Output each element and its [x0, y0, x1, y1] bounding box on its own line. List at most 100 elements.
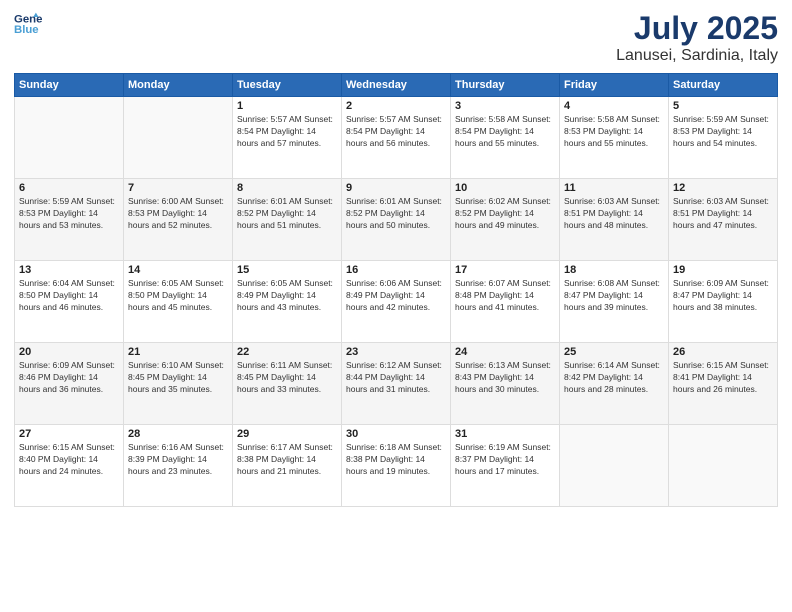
svg-text:Blue: Blue: [14, 24, 39, 36]
day-info: Sunrise: 6:16 AM Sunset: 8:39 PM Dayligh…: [128, 442, 228, 478]
day-info: Sunrise: 6:04 AM Sunset: 8:50 PM Dayligh…: [19, 278, 119, 314]
calendar-cell: 27 Sunrise: 6:15 AM Sunset: 8:40 PM Dayli…: [15, 425, 124, 507]
main-title: July 2025: [616, 10, 778, 47]
calendar-cell: 20 Sunrise: 6:09 AM Sunset: 8:46 PM Dayli…: [15, 343, 124, 425]
day-info: Sunrise: 6:09 AM Sunset: 8:46 PM Dayligh…: [19, 360, 119, 396]
day-number: 18: [564, 264, 664, 276]
day-number: 14: [128, 264, 228, 276]
day-info: Sunrise: 6:06 AM Sunset: 8:49 PM Dayligh…: [346, 278, 446, 314]
day-info: Sunrise: 6:05 AM Sunset: 8:49 PM Dayligh…: [237, 278, 337, 314]
calendar-cell: 24 Sunrise: 6:13 AM Sunset: 8:43 PM Dayli…: [451, 343, 560, 425]
day-number: 28: [128, 428, 228, 440]
day-number: 26: [673, 346, 773, 358]
day-info: Sunrise: 6:14 AM Sunset: 8:42 PM Dayligh…: [564, 360, 664, 396]
day-number: 8: [237, 182, 337, 194]
day-info: Sunrise: 5:59 AM Sunset: 8:53 PM Dayligh…: [673, 114, 773, 150]
day-number: 9: [346, 182, 446, 194]
calendar-week-2: 6 Sunrise: 5:59 AM Sunset: 8:53 PM Daylig…: [15, 179, 778, 261]
day-info: Sunrise: 6:18 AM Sunset: 8:38 PM Dayligh…: [346, 442, 446, 478]
weekday-header-friday: Friday: [560, 74, 669, 97]
calendar-cell: 18 Sunrise: 6:08 AM Sunset: 8:47 PM Dayli…: [560, 261, 669, 343]
weekday-header-tuesday: Tuesday: [233, 74, 342, 97]
day-info: Sunrise: 6:01 AM Sunset: 8:52 PM Dayligh…: [237, 196, 337, 232]
calendar-cell: 1Sunrise: 5:57 AM Sunset: 8:54 PM Daylig…: [233, 97, 342, 179]
day-number: 20: [19, 346, 119, 358]
calendar-cell: [124, 97, 233, 179]
calendar-cell: 9 Sunrise: 6:01 AM Sunset: 8:52 PM Daylig…: [342, 179, 451, 261]
calendar-cell: 26 Sunrise: 6:15 AM Sunset: 8:41 PM Dayli…: [669, 343, 778, 425]
calendar-cell: 14 Sunrise: 6:05 AM Sunset: 8:50 PM Dayli…: [124, 261, 233, 343]
day-info: Sunrise: 6:08 AM Sunset: 8:47 PM Dayligh…: [564, 278, 664, 314]
day-number: 17: [455, 264, 555, 276]
day-number: 4: [564, 100, 664, 112]
day-info: Sunrise: 6:07 AM Sunset: 8:48 PM Dayligh…: [455, 278, 555, 314]
calendar-cell: 4 Sunrise: 5:58 AM Sunset: 8:53 PM Daylig…: [560, 97, 669, 179]
day-info: Sunrise: 6:15 AM Sunset: 8:40 PM Dayligh…: [19, 442, 119, 478]
day-number: 13: [19, 264, 119, 276]
calendar-cell: [15, 97, 124, 179]
weekday-header-saturday: Saturday: [669, 74, 778, 97]
day-number: 12: [673, 182, 773, 194]
calendar-page: General Blue July 2025 Lanusei, Sardinia…: [0, 0, 792, 612]
calendar-cell: 6 Sunrise: 5:59 AM Sunset: 8:53 PM Daylig…: [15, 179, 124, 261]
calendar-cell: 19 Sunrise: 6:09 AM Sunset: 8:47 PM Dayli…: [669, 261, 778, 343]
day-info: Sunrise: 6:03 AM Sunset: 8:51 PM Dayligh…: [564, 196, 664, 232]
day-number: 6: [19, 182, 119, 194]
calendar-cell: 8 Sunrise: 6:01 AM Sunset: 8:52 PM Daylig…: [233, 179, 342, 261]
calendar-cell: 29Sunrise: 6:17 AM Sunset: 8:38 PM Dayli…: [233, 425, 342, 507]
day-number: 10: [455, 182, 555, 194]
day-number: 24: [455, 346, 555, 358]
calendar-cell: 17 Sunrise: 6:07 AM Sunset: 8:48 PM Dayli…: [451, 261, 560, 343]
day-info: Sunrise: 5:58 AM Sunset: 8:53 PM Dayligh…: [564, 114, 664, 150]
day-info: Sunrise: 6:15 AM Sunset: 8:41 PM Dayligh…: [673, 360, 773, 396]
weekday-header-monday: Monday: [124, 74, 233, 97]
day-number: 19: [673, 264, 773, 276]
calendar-cell: 22 Sunrise: 6:11 AM Sunset: 8:45 PM Dayli…: [233, 343, 342, 425]
day-info: Sunrise: 5:57 AM Sunset: 8:54 PM Dayligh…: [237, 114, 337, 150]
day-number: 23: [346, 346, 446, 358]
calendar-table: SundayMondayTuesdayWednesdayThursdayFrid…: [14, 73, 778, 507]
day-info: Sunrise: 6:03 AM Sunset: 8:51 PM Dayligh…: [673, 196, 773, 232]
day-info: Sunrise: 6:02 AM Sunset: 8:52 PM Dayligh…: [455, 196, 555, 232]
day-info: Sunrise: 5:57 AM Sunset: 8:54 PM Dayligh…: [346, 114, 446, 150]
weekday-header-row: SundayMondayTuesdayWednesdayThursdayFrid…: [15, 74, 778, 97]
calendar-cell: 5Sunrise: 5:59 AM Sunset: 8:53 PM Daylig…: [669, 97, 778, 179]
day-number: 15: [237, 264, 337, 276]
calendar-week-1: 1Sunrise: 5:57 AM Sunset: 8:54 PM Daylig…: [15, 97, 778, 179]
calendar-cell: 15 Sunrise: 6:05 AM Sunset: 8:49 PM Dayli…: [233, 261, 342, 343]
logo: General Blue: [14, 10, 42, 38]
weekday-header-thursday: Thursday: [451, 74, 560, 97]
day-info: Sunrise: 6:19 AM Sunset: 8:37 PM Dayligh…: [455, 442, 555, 478]
calendar-week-5: 27 Sunrise: 6:15 AM Sunset: 8:40 PM Dayli…: [15, 425, 778, 507]
calendar-cell: 21Sunrise: 6:10 AM Sunset: 8:45 PM Dayli…: [124, 343, 233, 425]
title-block: July 2025 Lanusei, Sardinia, Italy: [616, 10, 778, 65]
calendar-cell: 23 Sunrise: 6:12 AM Sunset: 8:44 PM Dayli…: [342, 343, 451, 425]
day-info: Sunrise: 6:00 AM Sunset: 8:53 PM Dayligh…: [128, 196, 228, 232]
calendar-cell: [560, 425, 669, 507]
day-info: Sunrise: 6:01 AM Sunset: 8:52 PM Dayligh…: [346, 196, 446, 232]
day-info: Sunrise: 6:12 AM Sunset: 8:44 PM Dayligh…: [346, 360, 446, 396]
day-info: Sunrise: 6:09 AM Sunset: 8:47 PM Dayligh…: [673, 278, 773, 314]
day-number: 16: [346, 264, 446, 276]
day-number: 3: [455, 100, 555, 112]
day-info: Sunrise: 6:13 AM Sunset: 8:43 PM Dayligh…: [455, 360, 555, 396]
day-number: 25: [564, 346, 664, 358]
day-info: Sunrise: 6:11 AM Sunset: 8:45 PM Dayligh…: [237, 360, 337, 396]
calendar-cell: 11Sunrise: 6:03 AM Sunset: 8:51 PM Dayli…: [560, 179, 669, 261]
header: General Blue July 2025 Lanusei, Sardinia…: [14, 10, 778, 65]
subtitle: Lanusei, Sardinia, Italy: [616, 47, 778, 65]
day-info: Sunrise: 5:58 AM Sunset: 8:54 PM Dayligh…: [455, 114, 555, 150]
day-number: 31: [455, 428, 555, 440]
day-number: 27: [19, 428, 119, 440]
day-info: Sunrise: 6:17 AM Sunset: 8:38 PM Dayligh…: [237, 442, 337, 478]
calendar-cell: 13 Sunrise: 6:04 AM Sunset: 8:50 PM Dayli…: [15, 261, 124, 343]
calendar-cell: 31 Sunrise: 6:19 AM Sunset: 8:37 PM Dayli…: [451, 425, 560, 507]
day-number: 22: [237, 346, 337, 358]
day-number: 30: [346, 428, 446, 440]
day-info: Sunrise: 5:59 AM Sunset: 8:53 PM Dayligh…: [19, 196, 119, 232]
day-info: Sunrise: 6:10 AM Sunset: 8:45 PM Dayligh…: [128, 360, 228, 396]
calendar-week-4: 20 Sunrise: 6:09 AM Sunset: 8:46 PM Dayli…: [15, 343, 778, 425]
weekday-header-wednesday: Wednesday: [342, 74, 451, 97]
day-number: 2: [346, 100, 446, 112]
day-info: Sunrise: 6:05 AM Sunset: 8:50 PM Dayligh…: [128, 278, 228, 314]
